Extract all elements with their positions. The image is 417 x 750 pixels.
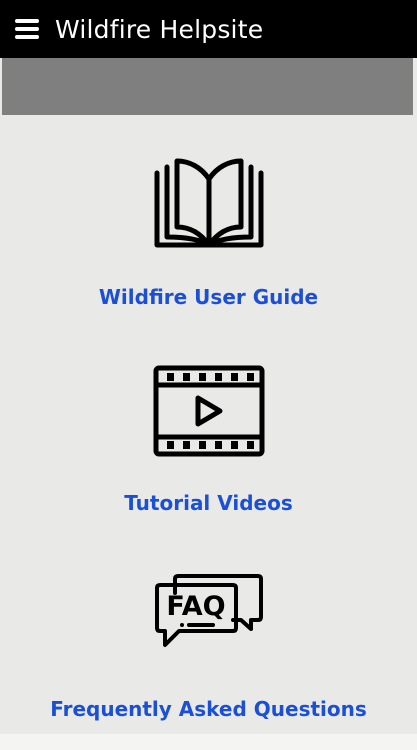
tutorial-videos-card[interactable]: Tutorial Videos — [0, 365, 417, 515]
user-guide-link[interactable]: Wildfire User Guide — [99, 285, 318, 309]
header-banner — [2, 58, 413, 115]
bottom-edge — [0, 734, 417, 750]
hamburger-menu-icon[interactable] — [15, 19, 39, 39]
app-title: Wildfire Helpsite — [55, 14, 264, 44]
faq-card[interactable]: FAQ Frequently Asked Questions — [0, 573, 417, 721]
tutorial-videos-link[interactable]: Tutorial Videos — [124, 491, 293, 515]
main-content: Wildfire User Guide Tutorial Videos FAQ … — [0, 115, 417, 734]
open-book-icon — [154, 158, 263, 248]
app-screen: Wildfire Helpsite Wildfire User Guide Tu… — [0, 0, 417, 750]
film-strip-play-icon — [153, 365, 264, 457]
faq-speech-bubbles-icon: FAQ — [154, 574, 263, 647]
top-app-bar: Wildfire Helpsite — [0, 0, 417, 58]
faq-icon-text: FAQ — [166, 591, 225, 622]
user-guide-card[interactable]: Wildfire User Guide — [0, 157, 417, 309]
faq-link[interactable]: Frequently Asked Questions — [50, 697, 367, 721]
